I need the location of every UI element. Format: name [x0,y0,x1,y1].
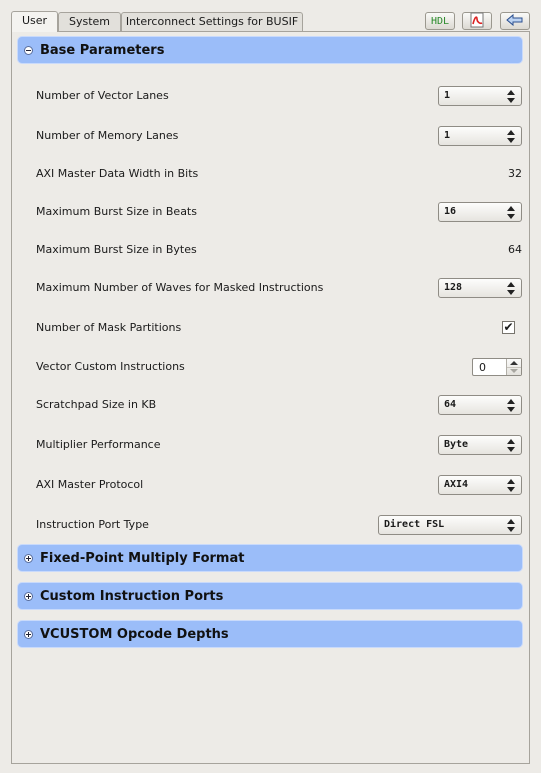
instr-port-type-label: Instruction Port Type [36,518,149,531]
scratchpad-select[interactable]: 64 [438,395,522,415]
custom-instruction-ports-header[interactable]: Custom Instruction Ports [17,582,523,610]
up-down-arrows-icon [507,90,516,103]
tab-user[interactable]: User [11,11,58,32]
fixed-point-multiply-header[interactable]: Fixed-Point Multiply Format [17,544,523,572]
burst-beats-label: Maximum Burst Size in Beats [36,205,197,218]
vector-lanes-label: Number of Vector Lanes [36,89,169,102]
vcustom-opcode-depths-header[interactable]: VCUSTOM Opcode Depths [17,620,523,648]
instr-port-type-value: Direct FSL [384,519,445,530]
scratchpad-value: 64 [444,399,457,410]
back-button[interactable] [500,12,530,30]
vector-custom-value: 0 [479,361,486,374]
axi-protocol-value: AXI4 [444,479,469,490]
pdf-document-icon [468,12,486,31]
max-waves-value: 128 [444,282,463,293]
pdf-button[interactable] [462,12,492,30]
spin-down-icon[interactable] [510,369,518,373]
instr-port-type-select[interactable]: Direct FSL [378,515,522,535]
memory-lanes-value: 1 [444,130,451,141]
burst-beats-select[interactable]: 16 [438,202,522,222]
up-down-arrows-icon [507,439,516,452]
axi-data-width-value: 32 [508,167,522,180]
mask-partitions-label: Number of Mask Partitions [36,321,182,334]
expand-icon[interactable] [24,554,33,563]
multiplier-perf-label: Multiplier Performance [36,438,161,451]
tab-system[interactable]: System [58,12,121,31]
spin-up-icon[interactable] [510,361,518,365]
section-title: Custom Instruction Ports [40,589,224,604]
section-title: Fixed-Point Multiply Format [40,551,245,566]
burst-beats-value: 16 [444,206,457,217]
up-down-arrows-icon [507,206,516,219]
up-down-arrows-icon [507,399,516,412]
up-down-arrows-icon [507,130,516,143]
multiplier-perf-value: Byte [444,439,469,450]
hdl-button[interactable]: HDL [425,12,455,30]
up-down-arrows-icon [507,282,516,295]
vector-custom-spinbox[interactable]: 0 [472,358,522,376]
parameters-panel: Base Parameters Number of Vector Lanes 1… [11,31,530,764]
up-down-arrows-icon [507,479,516,492]
vector-lanes-select[interactable]: 1 [438,86,522,106]
tab-interconnect-settings[interactable]: Interconnect Settings for BUSIF [121,12,303,31]
vector-custom-label: Vector Custom Instructions [36,360,185,373]
vector-lanes-value: 1 [444,90,451,101]
up-down-arrows-icon [507,519,516,532]
max-waves-select[interactable]: 128 [438,278,522,298]
axi-protocol-select[interactable]: AXI4 [438,475,522,495]
max-waves-label: Maximum Number of Waves for Masked Instr… [36,281,324,294]
section-title: Base Parameters [40,43,165,58]
burst-bytes-value: 64 [508,243,522,256]
collapse-icon[interactable] [24,46,33,55]
burst-bytes-label: Maximum Burst Size in Bytes [36,243,197,256]
base-parameters-header[interactable]: Base Parameters [17,36,523,64]
spin-buttons[interactable] [506,359,521,375]
scratchpad-label: Scratchpad Size in KB [36,398,157,411]
expand-icon[interactable] [24,592,33,601]
memory-lanes-label: Number of Memory Lanes [36,129,179,142]
memory-lanes-select[interactable]: 1 [438,126,522,146]
section-title: VCUSTOM Opcode Depths [40,627,229,642]
spin-divider [507,367,521,368]
expand-icon[interactable] [24,630,33,639]
back-arrow-icon [505,13,525,30]
hdl-label: HDL [430,15,450,27]
multiplier-perf-select[interactable]: Byte [438,435,522,455]
axi-data-width-label: AXI Master Data Width in Bits [36,167,199,180]
mask-partitions-checkbox[interactable]: ✔ [502,321,515,334]
axi-protocol-label: AXI Master Protocol [36,478,144,491]
